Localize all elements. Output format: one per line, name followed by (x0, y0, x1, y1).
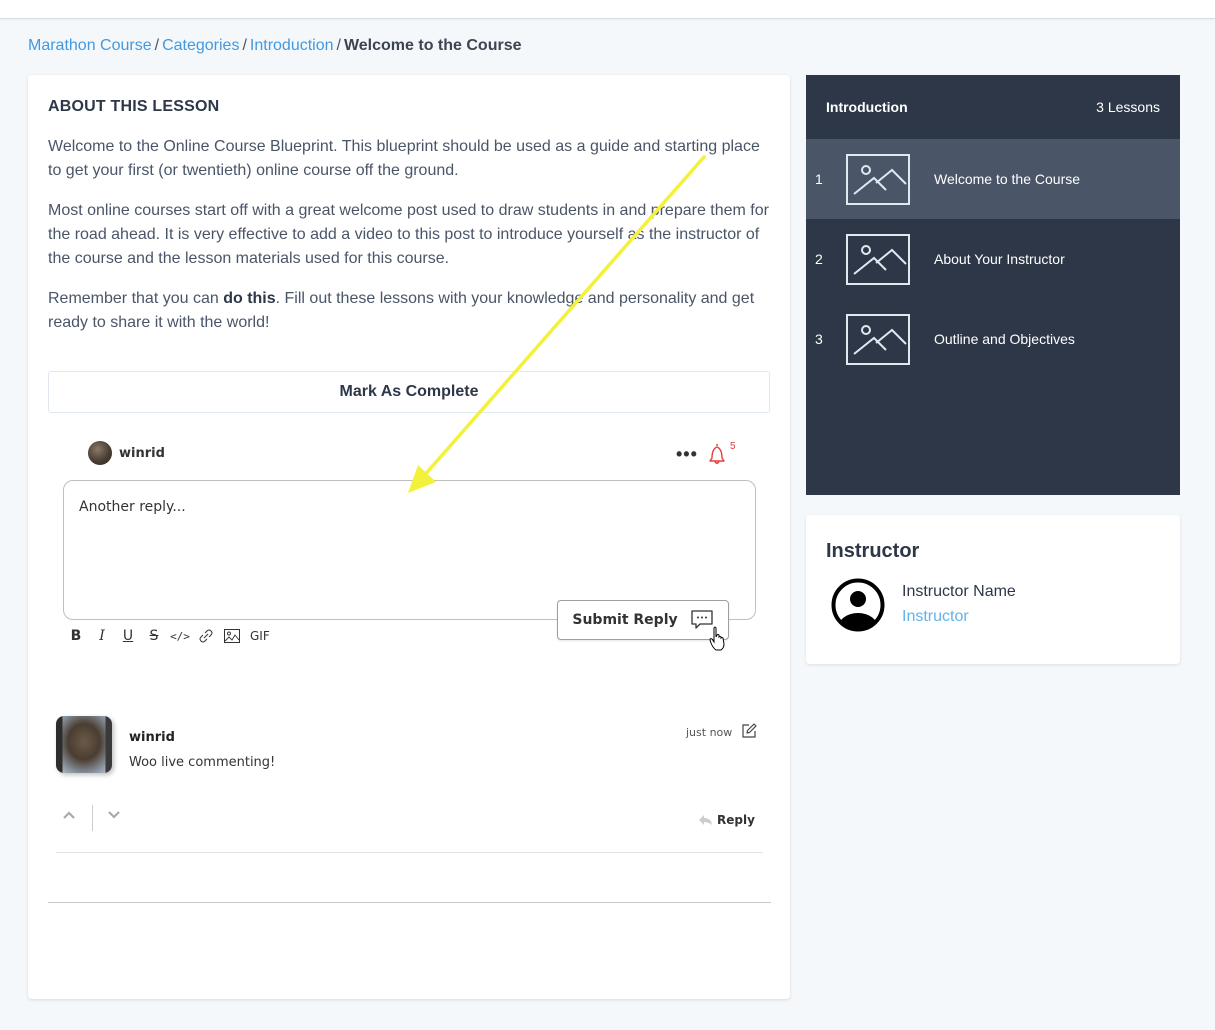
breadcrumb-introduction[interactable]: Introduction (250, 37, 334, 54)
reply-button[interactable]: Reply (698, 813, 755, 827)
breadcrumb-current: Welcome to the Course (343, 37, 522, 54)
composer-username: winrid (119, 445, 165, 461)
instructor-card: Instructor Instructor Name Instructor (806, 515, 1180, 664)
lesson-paragraph: Most online courses start off with a gre… (48, 202, 769, 267)
user-avatar (88, 441, 112, 465)
top-nav-bar (0, 0, 1215, 19)
gif-button[interactable]: GIF (250, 627, 270, 645)
edit-icon[interactable] (741, 723, 757, 739)
section-divider (48, 902, 771, 903)
lesson-title: Welcome to the Course (934, 171, 1081, 187)
paragraph-text: Remember that you can (48, 290, 224, 307)
bell-icon[interactable] (706, 442, 728, 466)
image-placeholder-icon (846, 153, 910, 205)
hand-cursor-icon (709, 626, 725, 651)
format-toolbar: B I U S </> GIF (68, 627, 270, 645)
underline-button[interactable]: U (120, 627, 136, 645)
code-button[interactable]: </> (170, 627, 190, 645)
reply-label: Reply (717, 813, 755, 827)
breadcrumb-marathon-course[interactable]: Marathon Course (28, 37, 152, 54)
comment-timestamp: just now (686, 726, 733, 739)
lesson-item-welcome[interactable]: 1 Welcome to the Course (806, 139, 1180, 219)
submit-reply-button[interactable]: Submit Reply (557, 600, 729, 640)
comment-text: Woo live commenting! (129, 755, 276, 770)
lesson-title: Outline and Objectives (934, 331, 1075, 347)
breadcrumb-categories[interactable]: Categories (162, 37, 239, 54)
ellipsis-icon[interactable]: ••• (676, 445, 698, 463)
lesson-item-about-instructor[interactable]: 2 About Your Instructor (806, 219, 1180, 299)
lesson-card: ABOUT THIS LESSON Welcome to the Online … (28, 75, 790, 999)
lesson-panel-header: Introduction 3 Lessons (806, 75, 1180, 139)
downvote-icon[interactable] (107, 810, 121, 820)
composer-user: winrid (88, 440, 165, 466)
bold-button[interactable]: B (68, 627, 84, 645)
link-icon[interactable] (198, 627, 214, 645)
image-placeholder-icon (846, 233, 910, 285)
lesson-count: 3 Lessons (1096, 99, 1160, 115)
instructor-name: Instructor Name (902, 583, 1016, 600)
comment-username: winrid (129, 730, 175, 745)
breadcrumb-separator: / (154, 37, 160, 54)
lesson-paragraph: Welcome to the Online Course Blueprint. … (48, 138, 760, 179)
strikethrough-button[interactable]: S (146, 627, 162, 645)
comment-avatar (56, 716, 112, 773)
mark-complete-button[interactable]: Mark As Complete (48, 371, 770, 413)
lesson-number: 1 (815, 171, 823, 187)
reply-input[interactable]: Another reply... (63, 480, 756, 620)
lesson-item-outline[interactable]: 3 Outline and Objectives (806, 299, 1180, 379)
breadcrumb: Marathon Course / Categories / Introduction /… (28, 37, 521, 55)
instructor-role-link[interactable]: Instructor (902, 608, 969, 626)
composer-actions: ••• (676, 442, 728, 466)
lesson-list-panel: Introduction 3 Lessons 1 Welcome to the … (806, 75, 1180, 495)
image-placeholder-icon (846, 313, 910, 365)
lesson-title: About Your Instructor (934, 251, 1065, 267)
paragraph-emphasis: do this (223, 290, 276, 307)
lesson-number: 3 (815, 331, 823, 347)
section-title: Introduction (826, 99, 908, 115)
submit-reply-label: Submit Reply (572, 612, 678, 628)
lesson-number: 2 (815, 251, 823, 267)
comment-divider (56, 852, 763, 853)
reply-arrow-icon (699, 815, 712, 825)
image-icon[interactable] (224, 627, 240, 645)
instructor-heading: Instructor (826, 540, 920, 562)
lesson-paragraph: Remember that you can do this. Fill out … (48, 287, 773, 335)
italic-button[interactable]: I (94, 627, 110, 645)
upvote-icon[interactable] (62, 810, 76, 820)
notification-count: 5 (730, 441, 736, 452)
breadcrumb-separator: / (242, 37, 247, 54)
vote-divider (92, 805, 93, 831)
user-circle-icon (831, 578, 885, 632)
lesson-heading: ABOUT THIS LESSON (48, 98, 220, 115)
breadcrumb-separator: / (336, 37, 341, 54)
lesson-body: Welcome to the Online Course Blueprint. … (48, 135, 773, 351)
